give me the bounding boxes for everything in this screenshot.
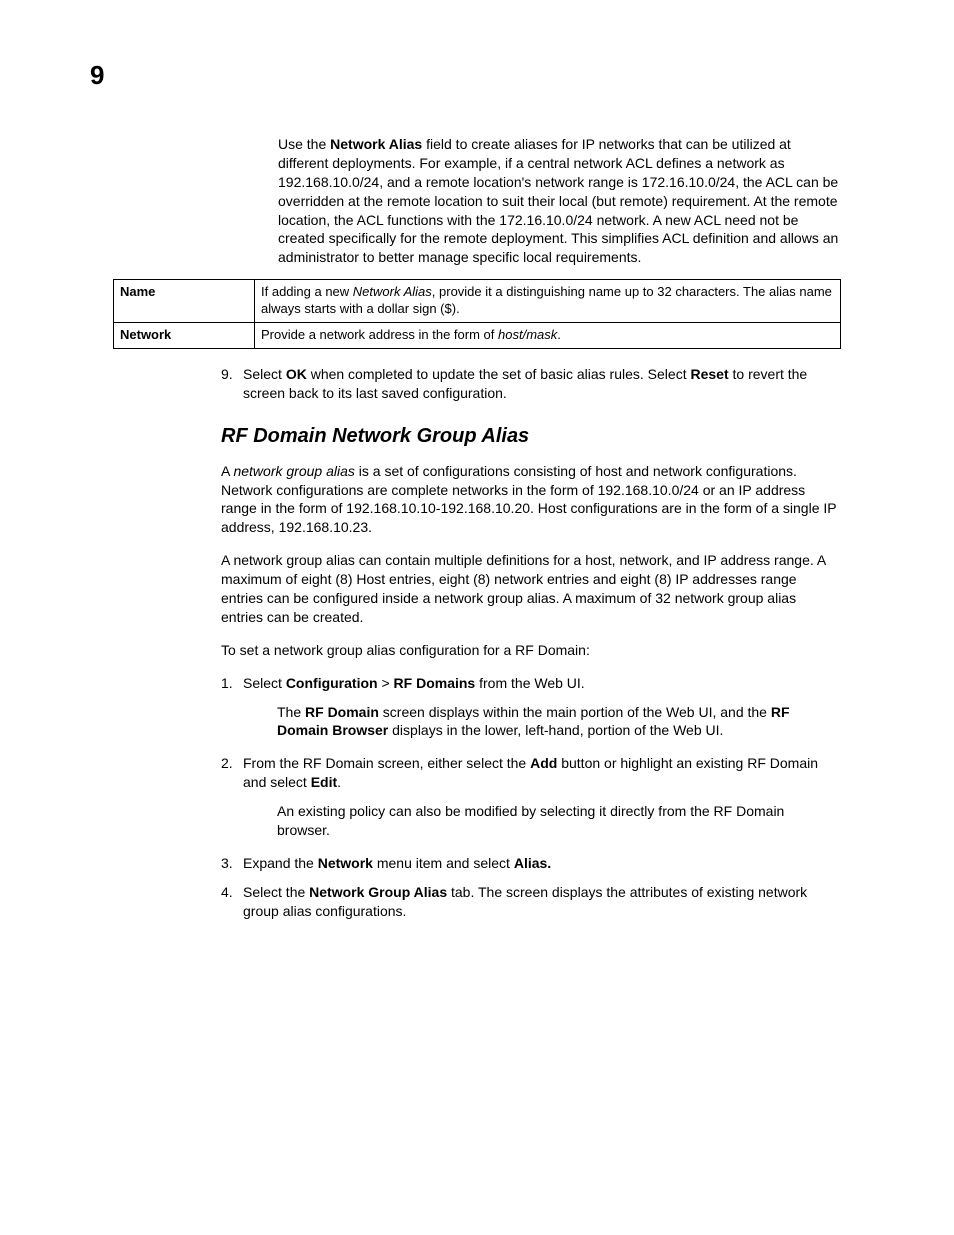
definition-table: Name If adding a new Network Alias, prov… bbox=[113, 279, 841, 349]
table-row: Network Provide a network address in the… bbox=[114, 323, 841, 349]
intro-paragraph: Use the Network Alias field to create al… bbox=[278, 135, 841, 267]
text: . bbox=[337, 774, 341, 790]
step-text: Expand the Network menu item and select … bbox=[243, 854, 841, 873]
step-9: 9. Select OK when completed to update th… bbox=[221, 365, 841, 403]
text: from the Web UI. bbox=[475, 675, 584, 691]
italic-term: Network Alias bbox=[353, 284, 432, 299]
text: > bbox=[378, 675, 394, 691]
bold-term: Network bbox=[318, 855, 373, 871]
cell-desc: If adding a new Network Alias, provide i… bbox=[255, 280, 841, 323]
cell-label: Name bbox=[114, 280, 255, 323]
step-number: 4. bbox=[221, 883, 243, 921]
step-1: 1. Select Configuration > RF Domains fro… bbox=[221, 674, 841, 693]
step-4: 4. Select the Network Group Alias tab. T… bbox=[221, 883, 841, 921]
body-paragraph: To set a network group alias configurati… bbox=[221, 641, 841, 660]
cell-desc: Provide a network address in the form of… bbox=[255, 323, 841, 349]
bold-term: Network Alias bbox=[330, 136, 422, 152]
table-row: Name If adding a new Network Alias, prov… bbox=[114, 280, 841, 323]
text: From the RF Domain screen, either select… bbox=[243, 755, 530, 771]
text: field to create aliases for IP networks … bbox=[278, 136, 838, 265]
bold-term: RF Domains bbox=[394, 675, 476, 691]
text: Select bbox=[243, 675, 286, 691]
body-paragraph: A network group alias can contain multip… bbox=[221, 551, 841, 627]
text: Use the bbox=[278, 136, 330, 152]
step-number: 2. bbox=[221, 754, 243, 792]
step-3: 3. Expand the Network menu item and sele… bbox=[221, 854, 841, 873]
sub-paragraph: An existing policy can also be modified … bbox=[277, 802, 841, 840]
step-number: 3. bbox=[221, 854, 243, 873]
text: Select bbox=[243, 366, 286, 382]
step-2: 2. From the RF Domain screen, either sel… bbox=[221, 754, 841, 792]
bold-term: Reset bbox=[690, 366, 728, 382]
bold-term: Alias. bbox=[514, 855, 551, 871]
step-text: From the RF Domain screen, either select… bbox=[243, 754, 841, 792]
bold-term: Add bbox=[530, 755, 557, 771]
step-number: 9. bbox=[221, 365, 243, 403]
text: The bbox=[277, 704, 305, 720]
step-number: 1. bbox=[221, 674, 243, 693]
text: displays in the lower, left-hand, portio… bbox=[388, 722, 723, 738]
text: If adding a new bbox=[261, 284, 353, 299]
bold-term: Network Group Alias bbox=[309, 884, 447, 900]
text: when completed to update the set of basi… bbox=[307, 366, 691, 382]
page-content: Use the Network Alias field to create al… bbox=[113, 135, 841, 931]
text: Select the bbox=[243, 884, 309, 900]
body-paragraph: A network group alias is a set of config… bbox=[221, 462, 841, 538]
italic-term: host/mask bbox=[498, 327, 557, 342]
text: Expand the bbox=[243, 855, 318, 871]
italic-term: network group alias bbox=[233, 463, 354, 479]
text: Provide a network address in the form of bbox=[261, 327, 498, 342]
text: screen displays within the main portion … bbox=[379, 704, 771, 720]
page-number: 9 bbox=[90, 60, 104, 91]
sub-paragraph: The RF Domain screen displays within the… bbox=[277, 703, 841, 741]
step-text: Select the Network Group Alias tab. The … bbox=[243, 883, 841, 921]
bold-term: OK bbox=[286, 366, 307, 382]
text: . bbox=[557, 327, 561, 342]
cell-label: Network bbox=[114, 323, 255, 349]
bold-term: Configuration bbox=[286, 675, 378, 691]
bold-term: RF Domain bbox=[305, 704, 379, 720]
step-text: Select OK when completed to update the s… bbox=[243, 365, 841, 403]
text: menu item and select bbox=[373, 855, 514, 871]
step-text: Select Configuration > RF Domains from t… bbox=[243, 674, 841, 693]
text: A bbox=[221, 463, 233, 479]
section-heading: RF Domain Network Group Alias bbox=[221, 425, 841, 448]
bold-term: Edit bbox=[311, 774, 337, 790]
